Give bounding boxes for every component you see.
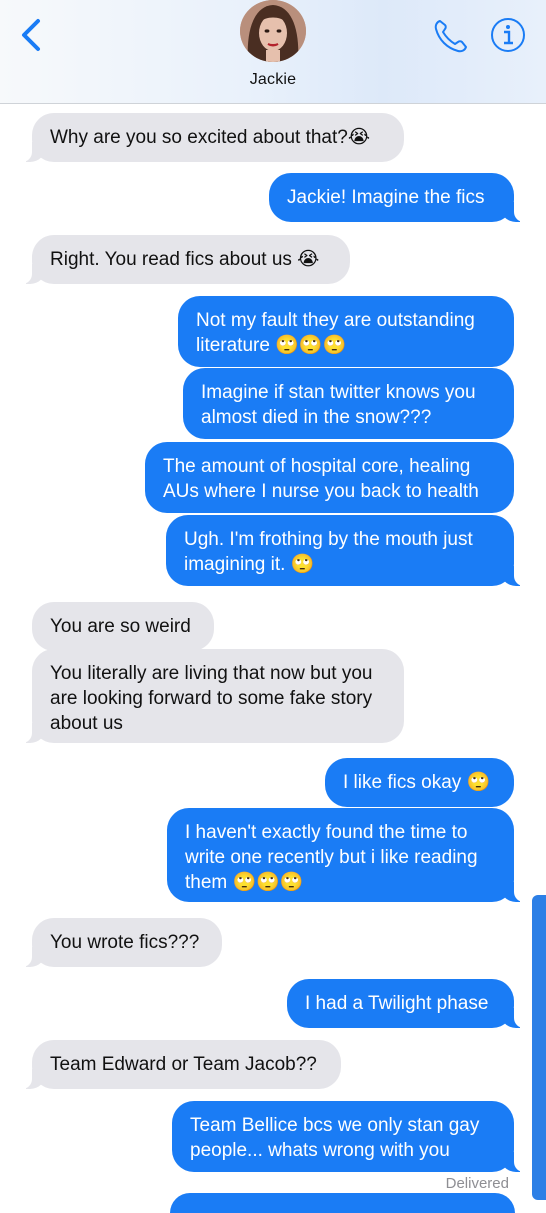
- phone-icon[interactable]: [432, 18, 470, 54]
- message-received[interactable]: You wrote fics???: [22, 918, 222, 967]
- message-sent[interactable]: I haven't exactly found the time to writ…: [167, 808, 524, 902]
- message-received[interactable]: Team Edward or Team Jacob??: [22, 1040, 341, 1089]
- message-received[interactable]: Right. You read fics about us 😭: [22, 235, 350, 284]
- conversation-header: Jackie: [0, 0, 546, 104]
- avatar-photo: [240, 0, 306, 62]
- message-sent[interactable]: Imagine if stan twitter knows you almost…: [183, 368, 514, 439]
- contact-name[interactable]: Jackie: [0, 71, 546, 89]
- chevron-left-icon[interactable]: [18, 18, 46, 52]
- message-sent[interactable]: Ugh. I'm frothing by the mouth just imag…: [166, 515, 524, 586]
- message-sent[interactable]: I like fics okay 🙄: [325, 758, 514, 807]
- message-sent[interactable]: I had a Twilight phase: [287, 979, 524, 1028]
- info-icon[interactable]: [489, 16, 527, 54]
- message-sent[interactable]: Jackie! Imagine the fics: [269, 173, 524, 222]
- message-sent[interactable]: Team Bellice bcs we only stan gay people…: [172, 1101, 524, 1172]
- message-sent[interactable]: The amount of hospital core, healing AUs…: [145, 442, 514, 513]
- message-sent-partial[interactable]: [170, 1193, 515, 1213]
- scrollbar[interactable]: [532, 895, 546, 1200]
- avatar[interactable]: [240, 0, 306, 62]
- message-received[interactable]: You are so weird: [32, 602, 214, 651]
- message-sent[interactable]: Not my fault they are outstanding litera…: [178, 296, 514, 367]
- message-received[interactable]: Why are you so excited about that?😭: [22, 113, 404, 162]
- delivered-status: Delivered: [445, 1175, 509, 1192]
- message-received[interactable]: You literally are living that now but yo…: [22, 649, 404, 743]
